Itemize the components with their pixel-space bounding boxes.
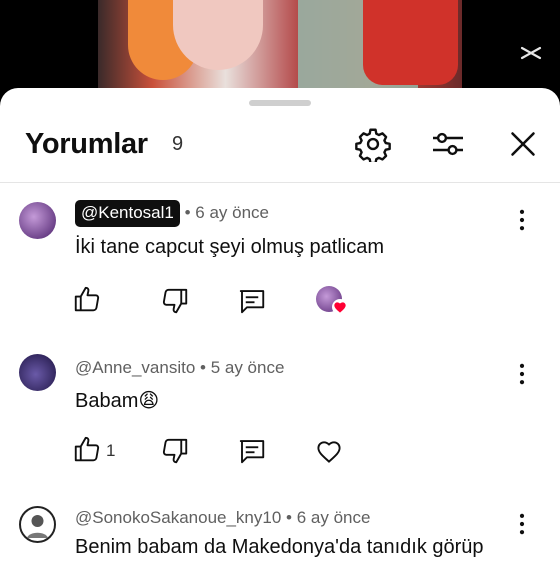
comments-header: Yorumlar 9 xyxy=(0,118,560,172)
filter-sliders-icon[interactable] xyxy=(430,126,466,162)
comment-author-handle[interactable]: @Kentosal1 xyxy=(75,200,180,227)
creator-heart-icon xyxy=(332,299,348,315)
dislike-icon[interactable] xyxy=(160,286,190,316)
comment-meta: @Kentosal1 • 6 ay önce xyxy=(75,200,269,227)
comment-meta: @Anne_vansito • 5 ay önce xyxy=(75,358,284,378)
like-icon[interactable] xyxy=(72,284,102,314)
comment-text: Benim babam da Makedonya'da tanıdık görü… xyxy=(75,536,484,558)
avatar[interactable] xyxy=(19,202,56,239)
heart-icon[interactable] xyxy=(314,436,344,466)
drag-handle[interactable] xyxy=(249,100,311,106)
avatar[interactable] xyxy=(19,506,56,543)
like-icon[interactable] xyxy=(72,434,102,464)
comment-text: İki tane capcut şeyi olmuş patlicam xyxy=(75,236,385,258)
more-options-icon[interactable] xyxy=(508,360,536,388)
gear-icon[interactable] xyxy=(355,126,391,165)
comment-time: • 5 ay önce xyxy=(200,358,285,377)
comment-author-handle[interactable]: @SonokoSakanoue_kny10 xyxy=(75,508,281,527)
more-options-icon[interactable] xyxy=(508,510,536,538)
dislike-icon[interactable] xyxy=(160,436,190,466)
video-frame xyxy=(98,0,542,100)
capcut-watermark-icon xyxy=(518,40,544,66)
close-icon[interactable] xyxy=(505,126,541,162)
comment-time: • 6 ay önce xyxy=(286,508,371,527)
comment-time: • 6 ay önce xyxy=(184,203,270,222)
video-player[interactable] xyxy=(0,0,560,100)
more-options-icon[interactable] xyxy=(508,206,536,234)
reply-icon[interactable] xyxy=(237,286,267,316)
comments-count: 9 xyxy=(172,133,184,155)
comment-meta: @SonokoSakanoue_kny10 • 6 ay önce xyxy=(75,508,370,528)
comment-text: Babam😩 xyxy=(75,390,160,412)
comments-sheet: Yorumlar 9 @Kentosal1 • 6 ay önce İki ta… xyxy=(0,88,560,568)
comments-title: Yorumlar xyxy=(25,128,148,160)
avatar[interactable] xyxy=(19,354,56,391)
reply-icon[interactable] xyxy=(237,436,267,466)
like-count: 1 xyxy=(106,441,116,460)
header-divider xyxy=(0,182,560,183)
comment-author-handle[interactable]: @Anne_vansito xyxy=(75,358,195,377)
